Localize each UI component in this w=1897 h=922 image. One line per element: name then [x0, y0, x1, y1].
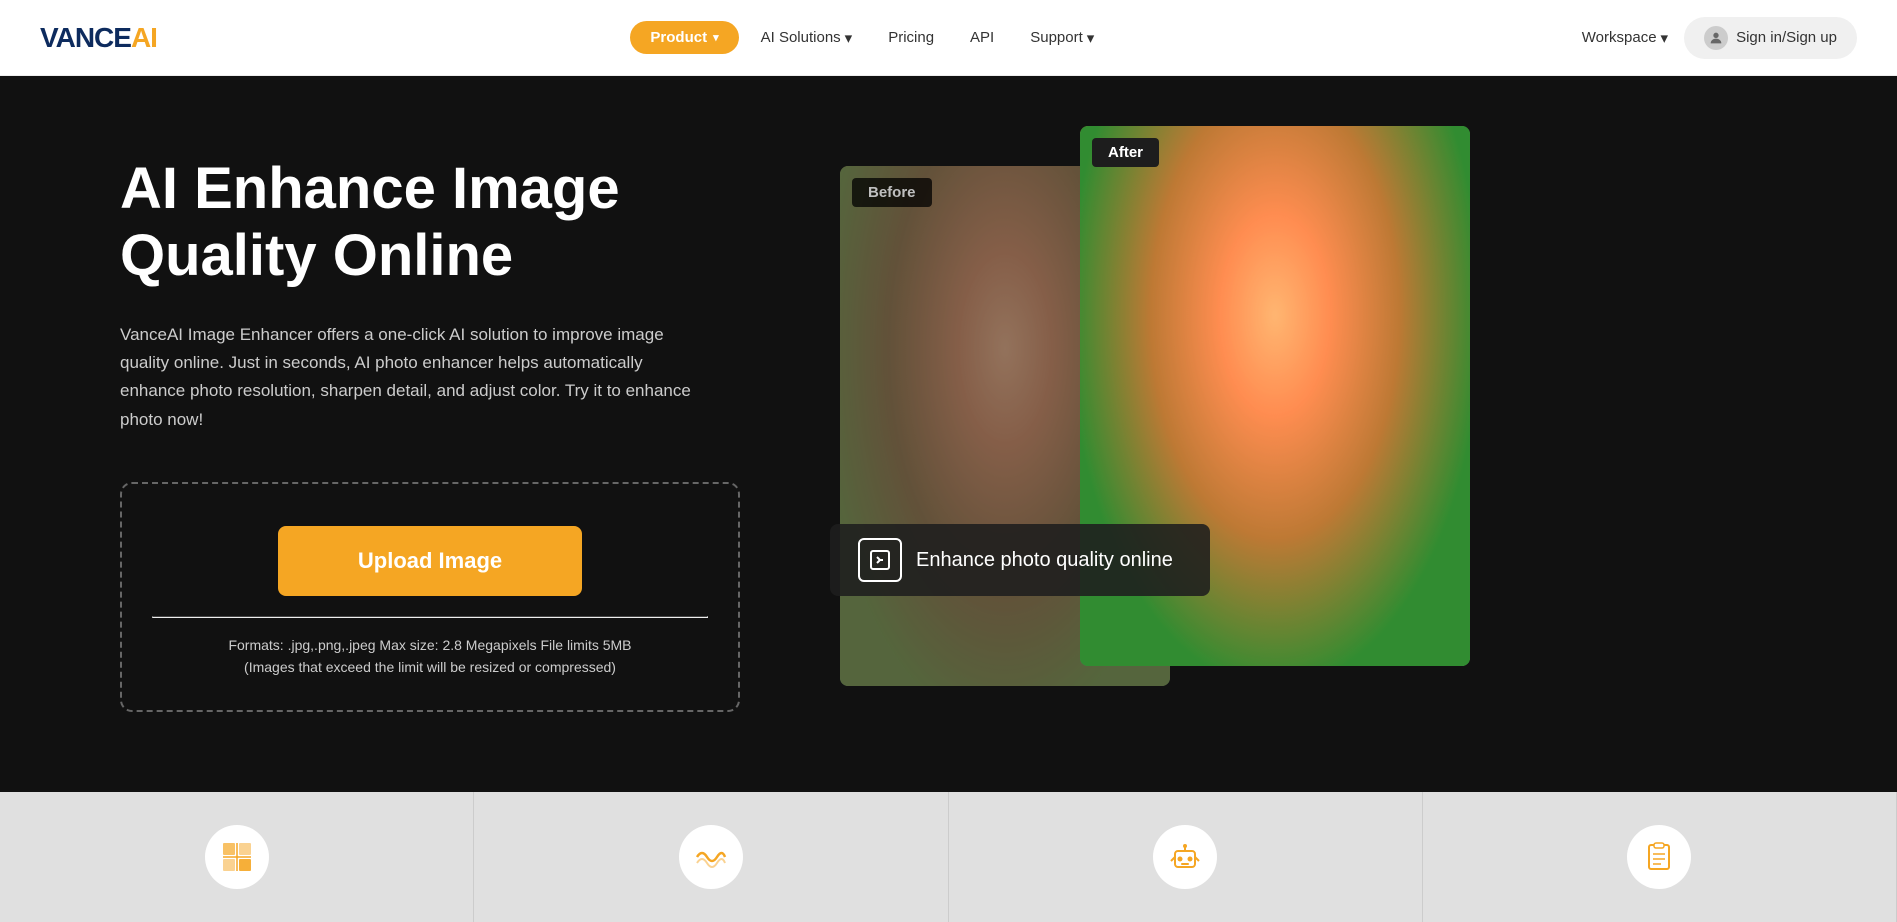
ai-solutions-link[interactable]: AI Solutions ▾ — [747, 21, 867, 55]
card-icon-circle-1 — [205, 825, 269, 889]
product-button[interactable]: Product ▾ — [630, 21, 738, 54]
api-label: API — [970, 29, 994, 46]
hero-description: VanceAI Image Enhancer offers a one-clic… — [120, 321, 700, 433]
navbar: VANCEAI Product ▾ AI Solutions ▾ Pricing… — [0, 0, 1897, 76]
product-label: Product — [650, 29, 707, 46]
logo-text: VANCEAI — [40, 22, 157, 54]
upload-image-button[interactable]: Upload Image — [278, 526, 582, 596]
enhance-icon — [219, 839, 255, 875]
enhance-badge: Enhance photo quality online — [830, 524, 1210, 596]
waves-icon — [693, 839, 729, 875]
card-icon-circle-3 — [1153, 825, 1217, 889]
enhance-badge-icon — [858, 538, 902, 582]
pricing-link[interactable]: Pricing — [874, 21, 948, 54]
clipboard-icon — [1641, 839, 1677, 875]
workspace-button[interactable]: Workspace ▾ — [1582, 29, 1668, 47]
product-chevron-icon: ▾ — [713, 31, 719, 44]
signin-button[interactable]: Sign in/Sign up — [1684, 17, 1857, 59]
after-label: After — [1092, 138, 1159, 167]
support-link[interactable]: Support ▾ — [1016, 21, 1108, 55]
before-after-container: Before After — [840, 126, 1817, 686]
formats-text: Formats: .jpg,.png,.jpeg Max size: 2.8 M… — [228, 637, 631, 653]
upload-divider — [152, 616, 708, 618]
workspace-label: Workspace — [1582, 29, 1657, 46]
bottom-card-1[interactable] — [0, 792, 474, 922]
upload-box: Upload Image Formats: .jpg,.png,.jpeg Ma… — [120, 482, 740, 713]
logo-vance: VANCE — [40, 22, 131, 53]
ai-solutions-label: AI Solutions — [761, 29, 841, 46]
card-icon-circle-4 — [1627, 825, 1691, 889]
robot-icon — [1167, 839, 1203, 875]
api-link[interactable]: API — [956, 21, 1008, 54]
bottom-card-3[interactable] — [949, 792, 1423, 922]
hero-right: Before After Enhance photo quality onlin… — [840, 126, 1817, 686]
hero-title: AI Enhance Image Quality Online — [120, 156, 800, 289]
bottom-card-4[interactable] — [1423, 792, 1897, 922]
pricing-label: Pricing — [888, 29, 934, 46]
card-icon-circle-2 — [679, 825, 743, 889]
before-label: Before — [852, 178, 932, 207]
formats-note: (Images that exceed the limit will be re… — [244, 659, 616, 675]
support-label: Support — [1030, 29, 1083, 46]
logo[interactable]: VANCEAI — [40, 22, 157, 54]
nav-right: Workspace ▾ Sign in/Sign up — [1582, 17, 1857, 59]
logo-ai: AI — [131, 22, 157, 53]
bottom-card-2[interactable] — [474, 792, 948, 922]
upload-formats: Formats: .jpg,.png,.jpeg Max size: 2.8 M… — [152, 634, 708, 679]
ai-solutions-chevron-icon: ▾ — [845, 29, 853, 47]
support-chevron-icon: ▾ — [1087, 29, 1095, 47]
enhance-badge-text: Enhance photo quality online — [916, 549, 1173, 572]
user-icon — [1704, 26, 1728, 50]
signin-label: Sign in/Sign up — [1736, 29, 1837, 46]
hero-left: AI Enhance Image Quality Online VanceAI … — [120, 146, 800, 712]
nav-links: Product ▾ AI Solutions ▾ Pricing API Sup… — [630, 21, 1108, 55]
workspace-chevron-icon: ▾ — [1661, 29, 1669, 47]
hero-section: AI Enhance Image Quality Online VanceAI … — [0, 76, 1897, 792]
bottom-cards — [0, 792, 1897, 922]
